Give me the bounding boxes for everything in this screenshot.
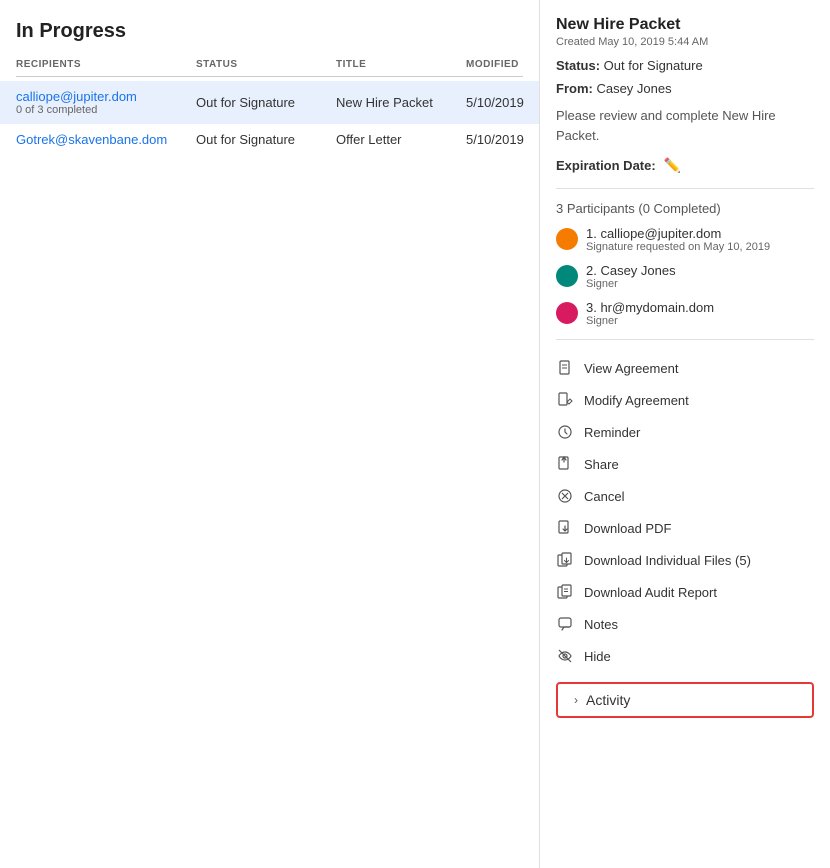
participant-name: 2. Casey Jones [586,263,676,278]
right-panel: New Hire Packet Created May 10, 2019 5:4… [540,0,830,868]
participants-header: 3 Participants (0 Completed) [556,201,814,216]
cancel-icon [556,487,574,505]
participant-name: 3. hr@mydomain.dom [586,300,714,315]
table-row[interactable]: Gotrek@skavenbane.dom Out for Signature … [16,124,523,155]
download-audit-label: Download Audit Report [584,585,717,600]
action-view-agreement[interactable]: View Agreement [556,352,814,384]
activity-button[interactable]: › Activity [556,682,814,718]
action-hide[interactable]: Hide [556,640,814,672]
notes-icon [556,615,574,633]
participant-item: 1. calliope@jupiter.dom Signature reques… [556,226,814,253]
view-agreement-icon [556,359,574,377]
status-cell: Out for Signature [196,89,336,116]
recipient-email: Gotrek@skavenbane.dom [16,132,196,147]
status-label: Status: [556,58,600,73]
document-title: New Hire Packet [556,16,814,34]
recipient-cell: calliope@jupiter.dom 0 of 3 completed [16,89,196,116]
share-label: Share [584,457,619,472]
reminder-icon [556,423,574,441]
col-status: Status [196,59,336,70]
col-recipients: Recipients [16,59,196,70]
activity-label: Activity [586,692,630,708]
participant-item: 2. Casey Jones Signer [556,263,814,290]
title-cell: Offer Letter [336,132,466,147]
expiration-line: Expiration Date: ✏️ [556,157,814,174]
participants-list: 1. calliope@jupiter.dom Signature reques… [556,226,814,327]
action-download-individual[interactable]: Download Individual Files (5) [556,544,814,576]
action-reminder[interactable]: Reminder [556,416,814,448]
table-row[interactable]: calliope@jupiter.dom 0 of 3 completed Ou… [0,81,539,124]
reminder-label: Reminder [584,425,640,440]
status-line: Status: Out for Signature [556,58,814,73]
action-notes[interactable]: Notes [556,608,814,640]
action-download-audit[interactable]: Download Audit Report [556,576,814,608]
divider-1 [556,188,814,189]
download-individual-label: Download Individual Files (5) [584,553,751,568]
participant-info: 1. calliope@jupiter.dom Signature reques… [586,226,770,253]
message-text: Please review and complete New Hire Pack… [556,106,814,145]
divider-2 [556,339,814,340]
recipient-email: calliope@jupiter.dom [16,89,196,104]
cancel-label: Cancel [584,489,624,504]
actions-list: View Agreement Modify Agreement Reminder… [556,352,814,672]
download-pdf-icon [556,519,574,537]
action-cancel[interactable]: Cancel [556,480,814,512]
participant-name: 1. calliope@jupiter.dom [586,226,770,241]
avatar [556,228,578,250]
avatar [556,265,578,287]
from-label: From: [556,81,593,96]
download-pdf-label: Download PDF [584,521,671,536]
recipient-sub: 0 of 3 completed [16,104,196,116]
participant-item: 3. hr@mydomain.dom Signer [556,300,814,327]
hide-icon [556,647,574,665]
created-date: Created May 10, 2019 5:44 AM [556,36,814,48]
table-body: calliope@jupiter.dom 0 of 3 completed Ou… [16,81,523,155]
chevron-right-icon: › [574,693,578,707]
action-share[interactable]: Share [556,448,814,480]
modify-agreement-label: Modify Agreement [584,393,689,408]
col-title: Title [336,59,466,70]
download-audit-icon [556,583,574,601]
notes-label: Notes [584,617,618,632]
action-modify-agreement[interactable]: Modify Agreement [556,384,814,416]
action-download-pdf[interactable]: Download PDF [556,512,814,544]
expiration-label: Expiration Date: [556,158,656,173]
participant-sub: Signer [586,278,676,290]
from-line: From: Casey Jones [556,81,814,96]
title-cell: New Hire Packet [336,89,466,116]
view-agreement-label: View Agreement [584,361,678,376]
avatar [556,302,578,324]
status-cell: Out for Signature [196,132,336,147]
share-icon [556,455,574,473]
hide-label: Hide [584,649,611,664]
modify-agreement-icon [556,391,574,409]
participant-sub: Signer [586,315,714,327]
page-heading: In Progress [16,20,523,43]
left-panel: In Progress Recipients Status Title Modi… [0,0,540,868]
recipient-cell: Gotrek@skavenbane.dom [16,132,196,147]
participant-sub: Signature requested on May 10, 2019 [586,241,770,253]
participant-info: 3. hr@mydomain.dom Signer [586,300,714,327]
participant-info: 2. Casey Jones Signer [586,263,676,290]
expiration-edit-icon[interactable]: ✏️ [664,157,681,174]
download-individual-icon [556,551,574,569]
table-header: Recipients Status Title Modified [16,59,523,77]
